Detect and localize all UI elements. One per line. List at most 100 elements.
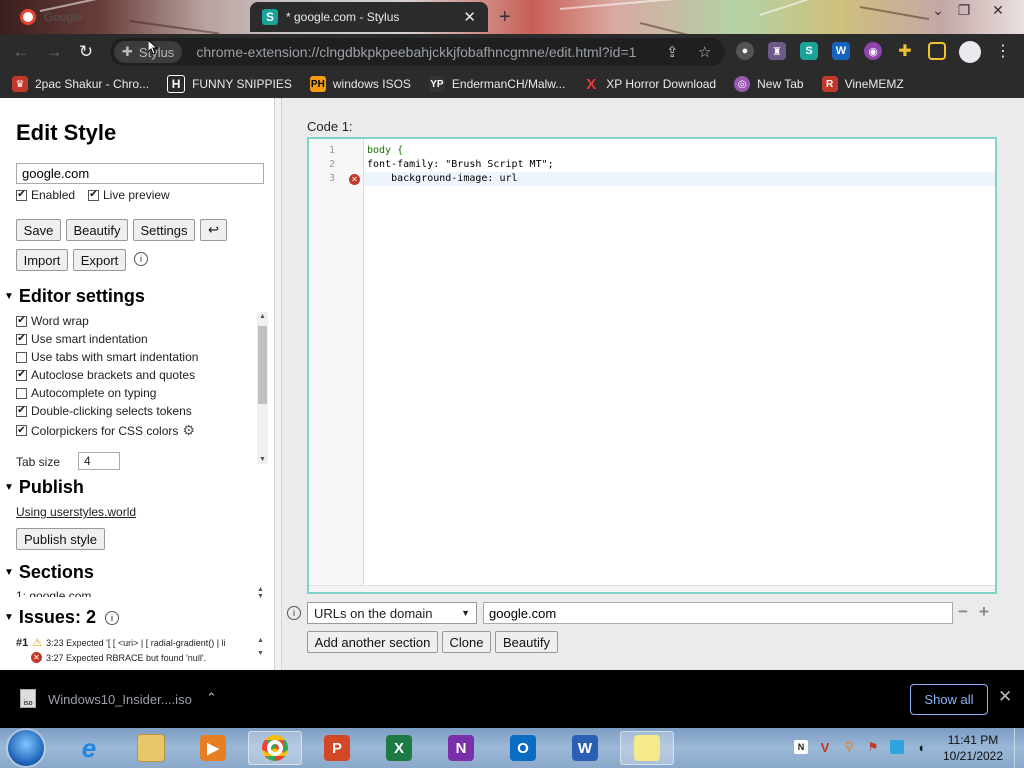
onenote-taskbar-icon[interactable]: N: [434, 731, 488, 765]
sections-heading[interactable]: ▼ Sections: [4, 562, 94, 583]
double-click-tokens-checkbox[interactable]: ✔ Double-clicking selects tokens: [16, 404, 192, 418]
restore-window-icon[interactable]: ❐: [950, 2, 978, 19]
clock-date[interactable]: 10/21/2022: [938, 749, 1008, 763]
issue-warning[interactable]: #1 ⚠ 3:23 Expected '[ [ <uri> | [ radial…: [16, 636, 226, 650]
display-tray-icon[interactable]: [890, 740, 904, 754]
bookmark-item[interactable]: YP EndermanCH/Malw...: [428, 76, 565, 92]
editor-settings-heading[interactable]: ▼ Editor settings: [4, 286, 145, 307]
panel-resizer[interactable]: [274, 98, 282, 670]
close-window-icon[interactable]: ✕: [984, 2, 1012, 19]
word-wrap-checkbox[interactable]: ✔ Word wrap: [16, 314, 89, 328]
enabled-checkbox[interactable]: ✔ Enabled: [16, 188, 75, 202]
powerpoint-taskbar-icon[interactable]: P: [310, 731, 364, 765]
ie-taskbar-icon[interactable]: e: [62, 731, 116, 765]
section-list-item[interactable]: 1: google.com: [16, 589, 256, 597]
show-desktop-button[interactable]: [1014, 728, 1024, 768]
sticky-notes-taskbar-icon[interactable]: [620, 731, 674, 765]
extension-record-icon[interactable]: ●: [736, 42, 754, 60]
bookmark-item[interactable]: PH windows ISOS: [309, 76, 411, 92]
share-icon[interactable]: ⇪: [666, 43, 679, 61]
chrome-taskbar-icon[interactable]: [248, 731, 302, 765]
bookmark-item[interactable]: ♛ 2pac Shakur - Chro...: [12, 76, 149, 92]
live-preview-checkbox[interactable]: ✔ Live preview: [88, 188, 170, 202]
language-tray-icon[interactable]: N: [794, 740, 808, 754]
close-shelf-icon[interactable]: ✕: [998, 687, 1012, 707]
beautify-button[interactable]: Beautify: [66, 219, 128, 241]
issues-heading[interactable]: ▼ Issues: 2i: [4, 607, 119, 628]
outlook-taskbar-icon[interactable]: O: [496, 731, 550, 765]
extension-avatar-icon[interactable]: ◉: [864, 42, 882, 60]
address-bar[interactable]: ✚ Stylus chrome-extension://clngdbkpkpee…: [110, 38, 725, 66]
sections-scroll-icon[interactable]: ▲ ▼: [257, 586, 264, 600]
reload-icon[interactable]: ↻: [75, 42, 97, 62]
show-all-button[interactable]: Show all: [910, 684, 988, 715]
publish-style-button[interactable]: Publish style: [16, 528, 105, 550]
info-icon[interactable]: i: [104, 610, 119, 625]
settings-button[interactable]: Settings: [133, 219, 195, 241]
publish-heading[interactable]: ▼ Publish: [4, 477, 84, 498]
tab-search-icon[interactable]: ⌄: [924, 2, 952, 19]
new-tab-icon[interactable]: +: [499, 6, 511, 29]
extension-ghost-icon[interactable]: ♜: [768, 42, 786, 60]
userstyles-world-link[interactable]: Using userstyles.world: [16, 505, 136, 519]
colorpickers-checkbox[interactable]: ✔ Colorpickers for CSS colors ⚙: [16, 422, 195, 439]
tab-stylus[interactable]: S * google.com - Stylus ✕: [250, 2, 488, 32]
export-button[interactable]: Export: [73, 249, 126, 271]
issues-scroll-icon[interactable]: ▲ ▼: [257, 634, 264, 660]
undo-button[interactable]: ↩: [200, 219, 227, 241]
bookmark-item[interactable]: ◎ New Tab: [734, 76, 804, 92]
scroll-down-icon[interactable]: ▼: [257, 456, 268, 463]
applies-type-select[interactable]: URLs on the domain ▼: [307, 602, 477, 624]
profile-avatar-icon[interactable]: [959, 41, 981, 63]
back-icon[interactable]: ←: [10, 42, 32, 62]
start-button[interactable]: [8, 730, 44, 766]
search-tray-icon[interactable]: ⚲: [842, 739, 856, 754]
applies-value-input[interactable]: [483, 602, 953, 624]
bookmark-item[interactable]: R VineMEMZ: [821, 76, 904, 92]
v-tray-icon[interactable]: V: [818, 740, 832, 755]
smart-indentation-checkbox[interactable]: ✔ Use smart indentation: [16, 332, 148, 346]
info-icon[interactable]: i: [287, 606, 301, 620]
chevron-up-icon[interactable]: ⌃: [206, 690, 217, 706]
extension-wr-icon[interactable]: W: [832, 42, 850, 60]
extensions-puzzle-icon[interactable]: ✚: [896, 42, 914, 60]
clock-time[interactable]: 11:41 PM: [938, 733, 1008, 747]
info-icon[interactable]: i: [134, 252, 148, 266]
explorer-taskbar-icon[interactable]: [124, 731, 178, 765]
side-panel-icon[interactable]: [928, 42, 946, 60]
settings-scrollbar[interactable]: ▲ ▼: [257, 312, 268, 464]
style-name-input[interactable]: [16, 163, 264, 184]
scroll-up-icon[interactable]: ▲: [257, 313, 268, 320]
tab-google[interactable]: Google: [8, 2, 248, 32]
forward-icon[interactable]: →: [43, 42, 65, 62]
save-button[interactable]: Save: [16, 219, 61, 241]
add-applies-icon[interactable]: +: [979, 602, 989, 622]
lint-error-icon[interactable]: ✕: [349, 174, 360, 185]
issue-error[interactable]: ✕ 3:27 Expected RBRACE but found 'null'.: [31, 652, 206, 663]
extension-stylus-icon[interactable]: S: [800, 42, 818, 60]
code-editor[interactable]: 1 2 3 ✕ body { font-family: "Brush Scrip…: [307, 137, 997, 594]
editor-hscrollbar[interactable]: [309, 585, 995, 592]
tab-size-input[interactable]: 4: [78, 452, 120, 470]
bookmark-item[interactable]: H FUNNY SNIPPIES: [167, 75, 292, 93]
download-filename[interactable]: Windows10_Insider....iso: [48, 692, 192, 707]
word-taskbar-icon[interactable]: W: [558, 731, 612, 765]
autoclose-brackets-checkbox[interactable]: ✔ Autoclose brackets and quotes: [16, 368, 195, 382]
scrollbar-thumb[interactable]: [258, 326, 267, 404]
volume-tray-icon[interactable]: ◖: [914, 740, 928, 755]
bookmark-star-icon[interactable]: ☆: [698, 43, 711, 61]
import-button[interactable]: Import: [16, 249, 68, 271]
tabs-smart-indentation-checkbox[interactable]: Use tabs with smart indentation: [16, 350, 198, 364]
gear-icon[interactable]: ⚙: [182, 422, 195, 439]
beautify-section-button[interactable]: Beautify: [495, 631, 558, 653]
autocomplete-checkbox[interactable]: Autocomplete on typing: [16, 386, 156, 400]
remove-applies-icon[interactable]: −: [958, 602, 968, 622]
bookmark-item[interactable]: X XP Horror Download: [583, 76, 716, 93]
flag-tray-icon[interactable]: ⚑: [866, 740, 880, 754]
clone-button[interactable]: Clone: [442, 631, 491, 653]
excel-taskbar-icon[interactable]: X: [372, 731, 426, 765]
menu-kebab-icon[interactable]: ⋮: [995, 41, 1011, 61]
close-tab-icon[interactable]: ✕: [463, 8, 476, 26]
media-player-taskbar-icon[interactable]: ▶: [186, 731, 240, 765]
add-another-section-button[interactable]: Add another section: [307, 631, 438, 653]
